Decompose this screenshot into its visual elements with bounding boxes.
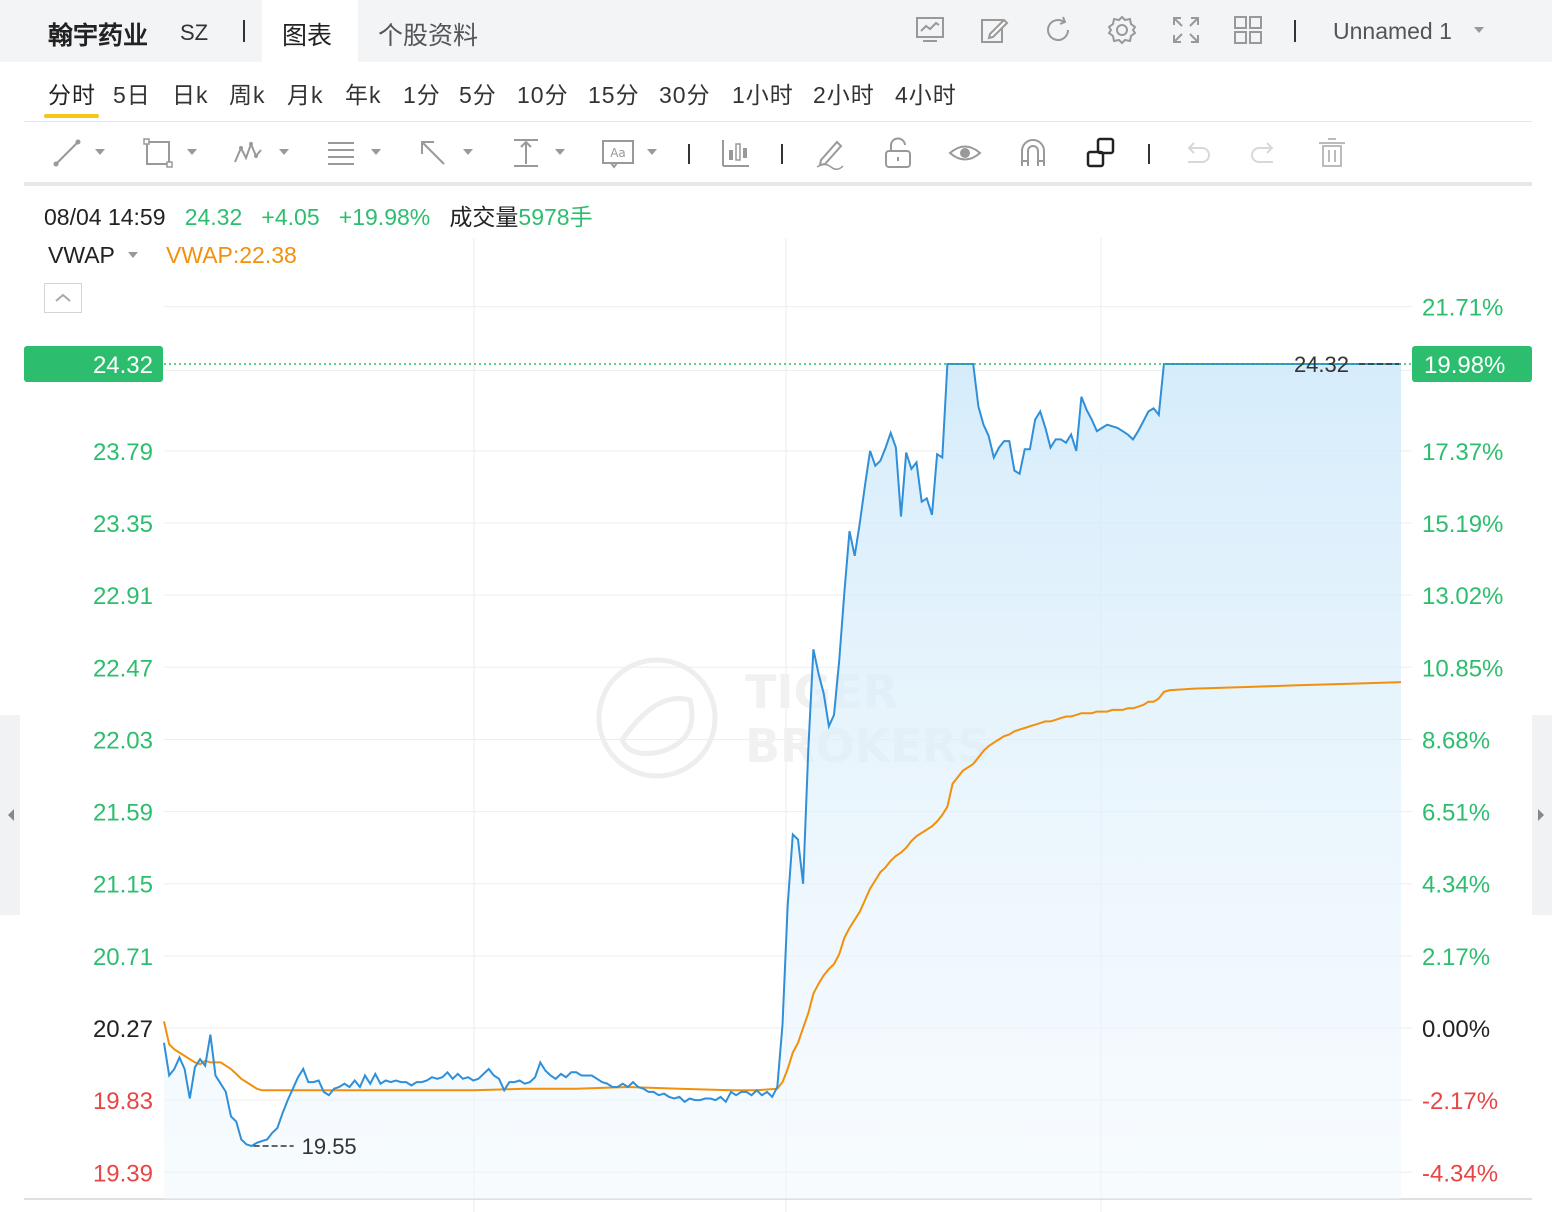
y-axis-tick-label: 20.71	[93, 944, 153, 971]
y-axis-tick-label: 21.59	[93, 800, 153, 827]
intraday-chart[interactable]: TIGER BROKERS 24.2823.7923.3522.9122.472…	[0, 0, 1552, 1212]
right-axis-tick-label: 0.00%	[1422, 1016, 1490, 1043]
right-axis-tick-label: 21.71%	[1422, 295, 1503, 322]
last-pct-tag-label: 19.98%	[1424, 352, 1505, 379]
y-axis-tick-label: 19.83	[93, 1088, 153, 1115]
right-axis-tick-label: -2.17%	[1422, 1088, 1498, 1115]
y-axis-tick-label: 22.47	[93, 655, 153, 682]
right-axis-tick-label: 10.85%	[1422, 655, 1503, 682]
y-axis-tick-label: 23.79	[93, 439, 153, 466]
low-price-label: 19.55	[302, 1134, 357, 1159]
y-axis-tick-label: 23.35	[93, 511, 153, 538]
right-axis-tick-label: 8.68%	[1422, 727, 1490, 754]
y-axis-tick-label: 22.03	[93, 727, 153, 754]
high-price-label: 24.32	[1294, 352, 1349, 377]
right-axis-tick-label: -4.34%	[1422, 1160, 1498, 1187]
right-axis-tick-label: 15.19%	[1422, 511, 1503, 538]
right-axis-tick-label: 17.37%	[1422, 439, 1503, 466]
right-axis-tick-label: 4.34%	[1422, 872, 1490, 899]
y-axis-tick-label: 20.27	[93, 1016, 153, 1043]
y-axis-tick-label: 21.15	[93, 872, 153, 899]
price-area-fill	[164, 364, 1401, 1199]
last-price-tag-label: 24.32	[93, 352, 153, 379]
y-axis-tick-label: 19.39	[93, 1160, 153, 1187]
right-axis-tick-label: 2.17%	[1422, 944, 1490, 971]
right-axis-tick-label: 13.02%	[1422, 583, 1503, 610]
right-axis-tick-label: 6.51%	[1422, 800, 1490, 827]
y-axis-tick-label: 22.91	[93, 583, 153, 610]
